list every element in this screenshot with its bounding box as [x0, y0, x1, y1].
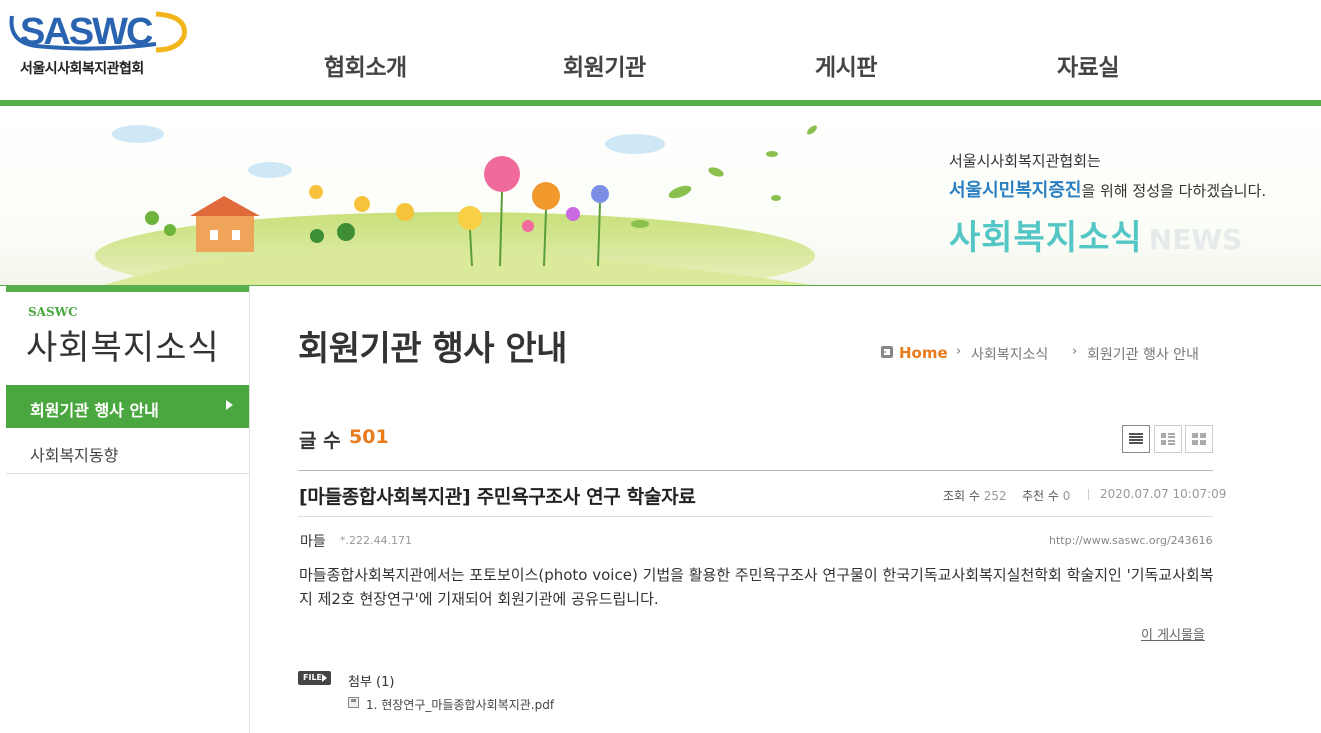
page-title: 회원기관 행사 안내	[298, 329, 567, 369]
breadcrumb-separator-icon: ›	[956, 344, 962, 359]
banner-line-2: 서울시민복지증진을 위해 정성을 다하겠습니다.	[949, 176, 1266, 202]
banner-illustration	[95, 125, 820, 286]
sidebar-brand: SASWC	[28, 305, 78, 319]
datetime-value: 2020.07.07 10:07:09	[1100, 487, 1227, 501]
banner-highlight: 서울시민복지증진	[949, 180, 1082, 201]
site-header: SASWC 서울시사회복지관협회 협회소개 회원기관 게시판 자료실	[0, 0, 1321, 100]
breadcrumb-separator-icon: ›	[1072, 344, 1078, 359]
home-icon	[881, 346, 893, 358]
sidebar-border	[249, 286, 250, 733]
sidebar-item-welfare-trends[interactable]: 사회복지동향	[6, 431, 249, 474]
svg-text:SASWC: SASWC	[20, 11, 153, 53]
banner-line-2-rest: 을 위해 정성을 다하겠습니다.	[1081, 182, 1267, 200]
saswc-logo-icon: SASWC	[9, 11, 187, 53]
logo-subtitle: 서울시사회복지관협회	[20, 61, 144, 77]
recommend-label: 추천 수	[1022, 489, 1059, 503]
nav-item-members[interactable]: 회원기관	[563, 48, 646, 82]
webzine-view-button[interactable]	[1154, 425, 1182, 453]
banner-title-ko: 사회복지소식	[949, 218, 1143, 258]
sidebar-item-label: 사회복지동향	[30, 446, 119, 465]
banner-line-1: 서울시사회복지관협회는	[949, 152, 1101, 170]
post-count-value: 501	[349, 426, 389, 448]
sidebar-title: 사회복지소식	[26, 328, 220, 368]
views-label: 조회 수	[943, 489, 980, 503]
banner: 서울시사회복지관협회는 서울시민복지증진을 위해 정성을 다하겠습니다. 사회복…	[0, 106, 1321, 286]
sidebar: SASWC 사회복지소식 회원기관 행사 안내 사회복지동향	[6, 286, 249, 733]
meta-divider	[1088, 489, 1089, 500]
post-ip: *.222.44.171	[340, 534, 412, 547]
nav-item-board[interactable]: 게시판	[815, 48, 877, 82]
post-count-label: 글 수	[299, 430, 341, 452]
sidebar-item-member-events[interactable]: 회원기관 행사 안내	[6, 385, 249, 428]
sidebar-item-label: 회원기관 행사 안내	[30, 401, 159, 420]
breadcrumb-item-current[interactable]: 회원기관 행사 안내	[1087, 344, 1199, 364]
recommend-value: 0	[1062, 489, 1071, 503]
post-recommend: 추천 수 0	[1022, 487, 1070, 504]
file-badge-icon: FILE	[298, 671, 331, 685]
webzine-view-icon	[1161, 433, 1175, 445]
attachment-label: 첨부 (1)	[348, 675, 395, 690]
list-view-button[interactable]	[1122, 425, 1150, 453]
breadcrumb-home[interactable]: Home	[899, 344, 948, 362]
list-view-icon	[1129, 433, 1143, 444]
post-permalink[interactable]: http://www.saswc.org/243616	[1049, 534, 1213, 547]
attachment-file-link[interactable]: 1. 현장연구_마들종합사회복지관.pdf	[366, 696, 554, 713]
disk-icon	[348, 697, 359, 708]
banner-title-en: NEWS	[1148, 223, 1243, 256]
breadcrumb-item-news[interactable]: 사회복지소식	[971, 344, 1048, 364]
post-author[interactable]: 마들	[300, 531, 326, 551]
gallery-view-icon	[1192, 433, 1206, 445]
gallery-view-button[interactable]	[1185, 425, 1213, 453]
post-more-link[interactable]: 이 게시물을	[1141, 624, 1205, 643]
nav-item-about[interactable]: 협회소개	[324, 48, 407, 82]
nav-item-archive[interactable]: 자료실	[1057, 48, 1119, 82]
post-body: 마들종합사회복지관에서는 포토보이스(photo voice) 기법을 활용한 …	[299, 566, 1214, 608]
post-header-bottom-rule	[298, 516, 1213, 517]
post-datetime: 2020.07.07 10:07:09	[1100, 487, 1226, 501]
views-value: 252	[983, 489, 1007, 503]
chevron-right-icon	[226, 400, 233, 410]
post-title[interactable]: [마들종합사회복지관] 주민욕구조사 연구 학술자료	[299, 482, 696, 509]
post-views: 조회 수 252	[943, 487, 1007, 504]
post-header-top-rule	[298, 470, 1213, 471]
sidebar-top-bar	[6, 286, 249, 292]
banner-title: 사회복지소식 NEWS	[949, 210, 1242, 259]
